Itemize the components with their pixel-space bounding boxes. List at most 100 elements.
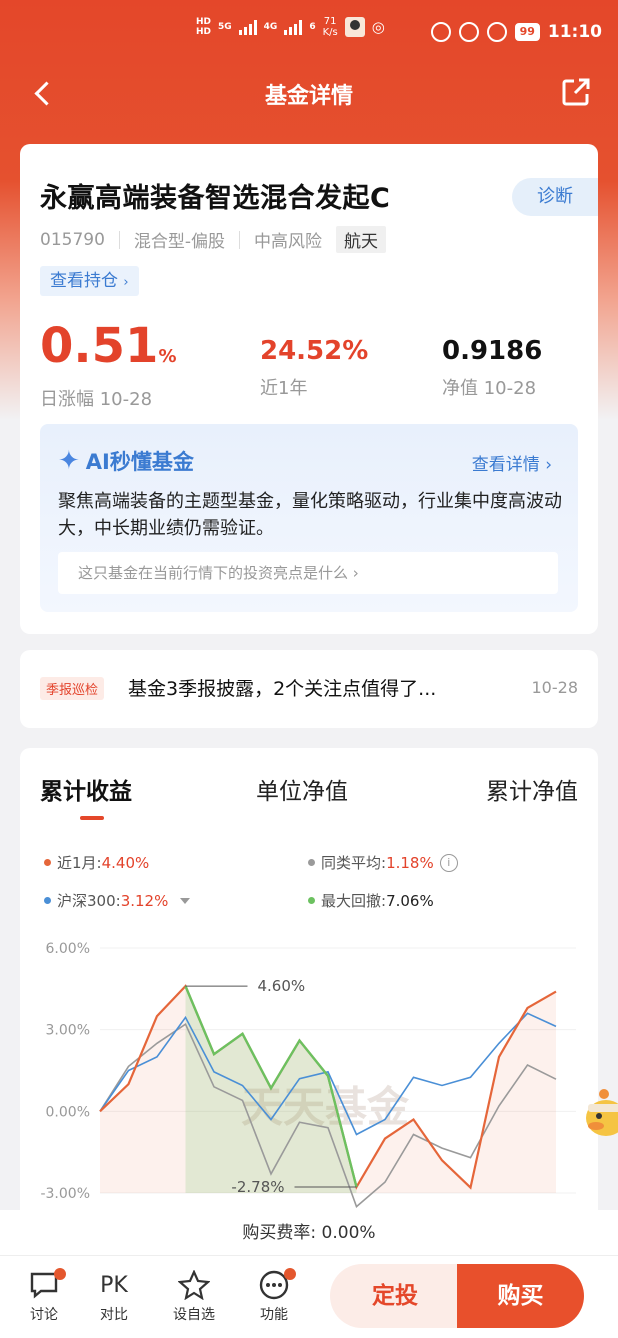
chevron-right-icon: ›: [545, 455, 552, 475]
functions-label: 功能: [260, 1307, 288, 1323]
compare-button[interactable]: PK 对比: [84, 1266, 144, 1324]
y-tick-label: 0.00%: [46, 1104, 90, 1120]
discuss-label: 讨论: [30, 1307, 58, 1323]
eye-icon: [458, 22, 479, 42]
nav-stat: 0.9186 净值 10-28: [442, 334, 542, 400]
performance-chart[interactable]: 6.00%3.00%0.00%-3.00%天天基金4.60%-2.78%: [20, 928, 598, 1228]
ai-details-link[interactable]: 查看详情 ›: [472, 450, 552, 475]
speed-value: 71: [323, 16, 337, 27]
year-return-stat: 24.52% 近1年: [260, 334, 368, 400]
chevron-right-icon: ›: [352, 564, 359, 582]
year-return-label: 近1年: [260, 378, 308, 399]
pk-icon: PK: [100, 1272, 128, 1298]
legend-index-value: 3.12%: [120, 891, 169, 910]
watchlist-label: 设自选: [173, 1307, 215, 1323]
diagnose-button[interactable]: 诊断: [512, 178, 598, 216]
chat-bubble-icon: [14, 1266, 74, 1304]
mascot-icon[interactable]: [584, 1086, 618, 1144]
buy-button[interactable]: 购买: [457, 1264, 584, 1328]
ai-title: ✦ AI秒懂基金: [58, 446, 194, 476]
signal-icon-2: [284, 19, 303, 35]
legend-index-label: 沪深300:: [57, 892, 121, 910]
tab-unit-nav[interactable]: 单位净值: [256, 772, 348, 806]
top-nav: 基金详情: [0, 68, 618, 118]
legend-peer: 同类平均: 1.18% i: [308, 852, 458, 873]
wechat-icon: ◎: [371, 18, 385, 36]
page-title: 基金详情: [264, 84, 353, 109]
ai-question-text: 这只基金在当前行情下的投资亮点是什么: [78, 564, 349, 582]
purchase-fee: 购买费率: 0.00%: [0, 1210, 618, 1256]
performance-chart-card: 累计收益 单位净值 累计净值 近1月: 4.40% 同类平均: 1.18% i 沪深…: [20, 748, 598, 1228]
notification-dot: [284, 1268, 296, 1280]
legend-drawdown: 最大回撤: 7.06%: [308, 890, 434, 911]
daily-change-unit: %: [158, 346, 177, 367]
ai-card: ✦ AI秒懂基金 查看详情 › 聚焦高端装备的主题型基金，量化策略驱动，行业集中…: [20, 422, 598, 634]
ai-panel: ✦ AI秒懂基金 查看详情 › 聚焦高端装备的主题型基金，量化策略驱动，行业集中…: [40, 424, 578, 612]
bottom-action-bar: 讨论 PK 对比 设自选 功能 定投 购买: [0, 1256, 618, 1338]
discuss-button[interactable]: 讨论: [14, 1266, 74, 1324]
theme-tag[interactable]: 航天: [336, 226, 387, 253]
network-speed: 71 K/s: [323, 16, 338, 38]
legend-dot: [308, 897, 315, 904]
ai-question-button[interactable]: 这只基金在当前行情下的投资亮点是什么 ›: [58, 552, 558, 594]
quarterly-text: 基金3季报披露，2个关注点值得了...: [128, 678, 437, 700]
signal-icon: [238, 19, 257, 35]
y-tick-label: -3.00%: [40, 1186, 90, 1202]
network-type-5g: 5G: [218, 22, 232, 32]
functions-button[interactable]: 功能: [244, 1266, 304, 1324]
status-bar: HD HD 5G 4G 6 71 K/s ◎ 99 11:10: [0, 0, 618, 68]
nav-value: 0.9186: [442, 336, 543, 366]
sparkle-icon: ✦: [58, 446, 80, 476]
ai-title-text: AI秒懂基金: [85, 450, 194, 474]
more-icon: [244, 1266, 304, 1304]
legend-dot: [44, 859, 51, 866]
legend-fund: 近1月: 4.40%: [44, 852, 149, 873]
star-plus-icon: [164, 1266, 224, 1304]
ai-summary: 聚焦高端装备的主题型基金，量化策略驱动，行业集中度高波动大，中长期业绩仍需验证。: [58, 491, 562, 539]
wifi-icon: 6: [309, 22, 316, 32]
active-tab-indicator: [80, 816, 104, 820]
hd-indicators: HD HD: [196, 17, 211, 37]
fund-summary-card: 永赢高端装备智选混合发起C 诊断 015790 混合型-偏股 中高风险 航天 查…: [20, 144, 598, 422]
compare-label: 对比: [100, 1307, 128, 1323]
daily-change-stat: 0.51% 日涨幅 10-28: [40, 320, 176, 411]
legend-fund-value: 4.40%: [101, 853, 150, 872]
notification-dot: [54, 1268, 66, 1280]
chart-tabs: 累计收益 单位净值 累计净值: [20, 772, 598, 822]
divider: [239, 230, 241, 249]
peak-label: 4.60%: [258, 977, 306, 995]
tab-cumulative-return[interactable]: 累计收益: [40, 772, 132, 806]
info-icon[interactable]: i: [439, 853, 458, 872]
daily-change-value: 0.51: [40, 318, 159, 374]
hd-indicator-1: HD: [196, 17, 212, 27]
legend-drawdown-label: 最大回撤:: [321, 892, 387, 910]
nav-label: 净值 10-28: [442, 378, 537, 399]
fund-name: 永赢高端装备智选混合发起C: [40, 183, 391, 214]
speed-unit: K/s: [322, 27, 338, 38]
alarm-icon: [486, 22, 507, 42]
fund-risk: 中高风险: [254, 232, 323, 252]
dropdown-caret-icon: [180, 897, 191, 904]
trough-label: -2.78%: [231, 1178, 284, 1196]
nfc-icon: [430, 22, 451, 42]
divider: [118, 230, 120, 249]
view-holdings-button[interactable]: 查看持仓 ›: [40, 266, 139, 296]
legend-index[interactable]: 沪深300: 3.12%: [44, 890, 191, 911]
hd-indicator-2: HD: [196, 27, 212, 37]
fund-meta: 015790 混合型-偏股 中高风险 航天: [40, 226, 387, 253]
share-icon[interactable]: [560, 76, 592, 108]
quarterly-tag: 季报巡检: [40, 677, 105, 700]
auto-invest-button[interactable]: 定投: [330, 1264, 460, 1328]
legend-dot: [44, 897, 51, 904]
legend-dot: [308, 859, 315, 866]
add-watchlist-button[interactable]: 设自选: [164, 1266, 224, 1324]
legend-peer-value: 1.18%: [386, 853, 434, 872]
quarterly-report-row[interactable]: 季报巡检 基金3季报披露，2个关注点值得了... 10-28: [20, 650, 598, 728]
tab-cumulative-nav[interactable]: 累计净值: [486, 772, 578, 806]
ai-details-label: 查看详情: [471, 455, 540, 475]
chevron-right-icon: ›: [123, 275, 129, 290]
y-tick-label: 3.00%: [46, 1023, 90, 1039]
year-return-value: 24.52%: [260, 336, 369, 366]
battery-icon: 99: [514, 23, 540, 41]
app-notification-avatar-icon: [344, 17, 365, 37]
